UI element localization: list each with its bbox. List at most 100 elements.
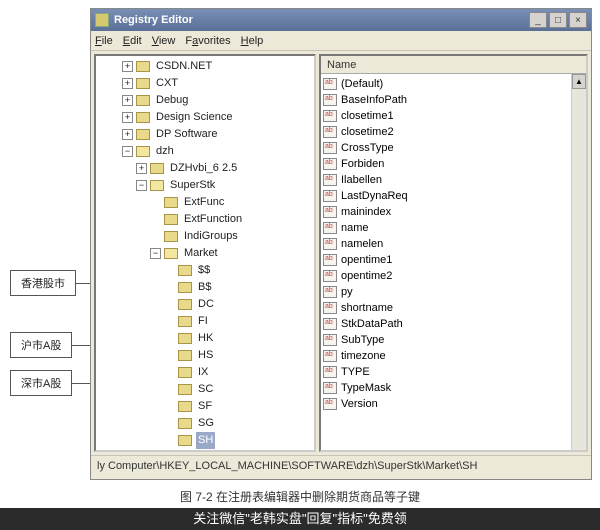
list-item[interactable]: opentime1: [323, 252, 584, 268]
value-name: (Default): [341, 78, 383, 90]
value-icon: [323, 94, 337, 106]
tree-label: $$: [196, 262, 212, 279]
list-item[interactable]: CrossType: [323, 140, 584, 156]
tree-label: dzh: [154, 143, 176, 160]
value-icon: [323, 206, 337, 218]
folder-icon: [136, 146, 150, 157]
folder-icon: [136, 112, 150, 123]
tree-node-CXT[interactable]: +CXT: [98, 75, 314, 92]
folder-icon: [178, 282, 192, 293]
value-name: StkDataPath: [341, 318, 403, 330]
tree-node-DZHvbi625[interactable]: +DZHvbi_6 2.5: [98, 160, 314, 177]
list-item[interactable]: namelen: [323, 236, 584, 252]
list-item[interactable]: mainindex: [323, 204, 584, 220]
list-item[interactable]: (Default): [323, 76, 584, 92]
menu-help[interactable]: Help: [241, 35, 264, 47]
tree-node-SZ[interactable]: SZ: [98, 449, 314, 452]
tree-label: FI: [196, 313, 210, 330]
value-name: Forbiden: [341, 158, 384, 170]
value-icon: [323, 174, 337, 186]
tree-node-B[interactable]: B$: [98, 279, 314, 296]
scroll-up-button[interactable]: ▲: [572, 74, 586, 89]
list-item[interactable]: py: [323, 284, 584, 300]
tree-node-Market[interactable]: −Market: [98, 245, 314, 262]
menu-edit[interactable]: Edit: [123, 35, 142, 47]
minimize-button[interactable]: _: [529, 12, 547, 28]
tree-node-ExtFunction[interactable]: ExtFunction: [98, 211, 314, 228]
tree-label: SuperStk: [168, 177, 217, 194]
list-item[interactable]: closetime1: [323, 108, 584, 124]
tree-label: IX: [196, 364, 210, 381]
tree-label: SF: [196, 398, 214, 415]
list-header-name[interactable]: Name: [321, 56, 586, 74]
maximize-button[interactable]: □: [549, 12, 567, 28]
tree-node-[interactable]: $$: [98, 262, 314, 279]
tree-node-SC[interactable]: SC: [98, 381, 314, 398]
tree-node-SG[interactable]: SG: [98, 415, 314, 432]
list-item[interactable]: Forbiden: [323, 156, 584, 172]
list-item[interactable]: Version: [323, 396, 584, 412]
tree-node-Debug[interactable]: +Debug: [98, 92, 314, 109]
value-name: Version: [341, 398, 378, 410]
tree-node-dzh[interactable]: −dzh: [98, 143, 314, 160]
folder-icon: [136, 129, 150, 140]
value-name: Ilabellen: [341, 174, 382, 186]
tree-node-DesignScience[interactable]: +Design Science: [98, 109, 314, 126]
scrollbar-vertical[interactable]: ▲: [571, 74, 586, 450]
tree-node-IX[interactable]: IX: [98, 364, 314, 381]
tree-label: DC: [196, 296, 216, 313]
folder-icon: [150, 163, 164, 174]
tree-node-SH[interactable]: SH: [98, 432, 314, 449]
list-item[interactable]: StkDataPath: [323, 316, 584, 332]
list-item[interactable]: name: [323, 220, 584, 236]
list-item[interactable]: TypeMask: [323, 380, 584, 396]
menu-favorites[interactable]: Favorites: [185, 35, 230, 47]
tree-node-HS[interactable]: HS: [98, 347, 314, 364]
value-name: closetime2: [341, 126, 394, 138]
value-icon: [323, 270, 337, 282]
list-item[interactable]: BaseInfoPath: [323, 92, 584, 108]
tree-node-FI[interactable]: FI: [98, 313, 314, 330]
tree-node-IndiGroups[interactable]: IndiGroups: [98, 228, 314, 245]
value-icon: [323, 286, 337, 298]
tree-node-HK[interactable]: HK: [98, 330, 314, 347]
list-item[interactable]: TYPE: [323, 364, 584, 380]
value-icon: [323, 78, 337, 90]
list-item[interactable]: LastDynaReq: [323, 188, 584, 204]
folder-icon: [178, 299, 192, 310]
list-item[interactable]: Ilabellen: [323, 172, 584, 188]
value-icon: [323, 334, 337, 346]
menu-file[interactable]: File: [95, 35, 113, 47]
tree-node-DPSoftware[interactable]: +DP Software: [98, 126, 314, 143]
value-name: shortname: [341, 302, 393, 314]
tree-node-SF[interactable]: SF: [98, 398, 314, 415]
tree-node-ExtFunc[interactable]: ExtFunc: [98, 194, 314, 211]
list-item[interactable]: SubType: [323, 332, 584, 348]
value-name: TypeMask: [341, 382, 391, 394]
folder-icon: [164, 214, 178, 225]
folder-icon: [178, 333, 192, 344]
folder-icon: [164, 197, 178, 208]
close-button[interactable]: ×: [569, 12, 587, 28]
tree-node-SuperStk[interactable]: −SuperStk: [98, 177, 314, 194]
folder-icon: [178, 384, 192, 395]
list-item[interactable]: opentime2: [323, 268, 584, 284]
list-item[interactable]: shortname: [323, 300, 584, 316]
registry-editor-window: Registry Editor _ □ × File Edit View Fav…: [90, 8, 592, 480]
value-icon: [323, 302, 337, 314]
tree-node-DC[interactable]: DC: [98, 296, 314, 313]
bottom-banner: 关注微信"老韩实盘"回复"指标"免费领: [0, 508, 600, 530]
tree-node-CSDNNET[interactable]: +CSDN.NET: [98, 58, 314, 75]
tree-label: SZ: [196, 449, 214, 452]
menu-view[interactable]: View: [152, 35, 176, 47]
value-icon: [323, 190, 337, 202]
folder-icon: [136, 78, 150, 89]
value-name: closetime1: [341, 110, 394, 122]
folder-icon: [150, 180, 164, 191]
value-icon: [323, 238, 337, 250]
value-name: mainindex: [341, 206, 391, 218]
list-item[interactable]: timezone: [323, 348, 584, 364]
tree-label: HK: [196, 330, 215, 347]
folder-icon: [178, 418, 192, 429]
list-item[interactable]: closetime2: [323, 124, 584, 140]
